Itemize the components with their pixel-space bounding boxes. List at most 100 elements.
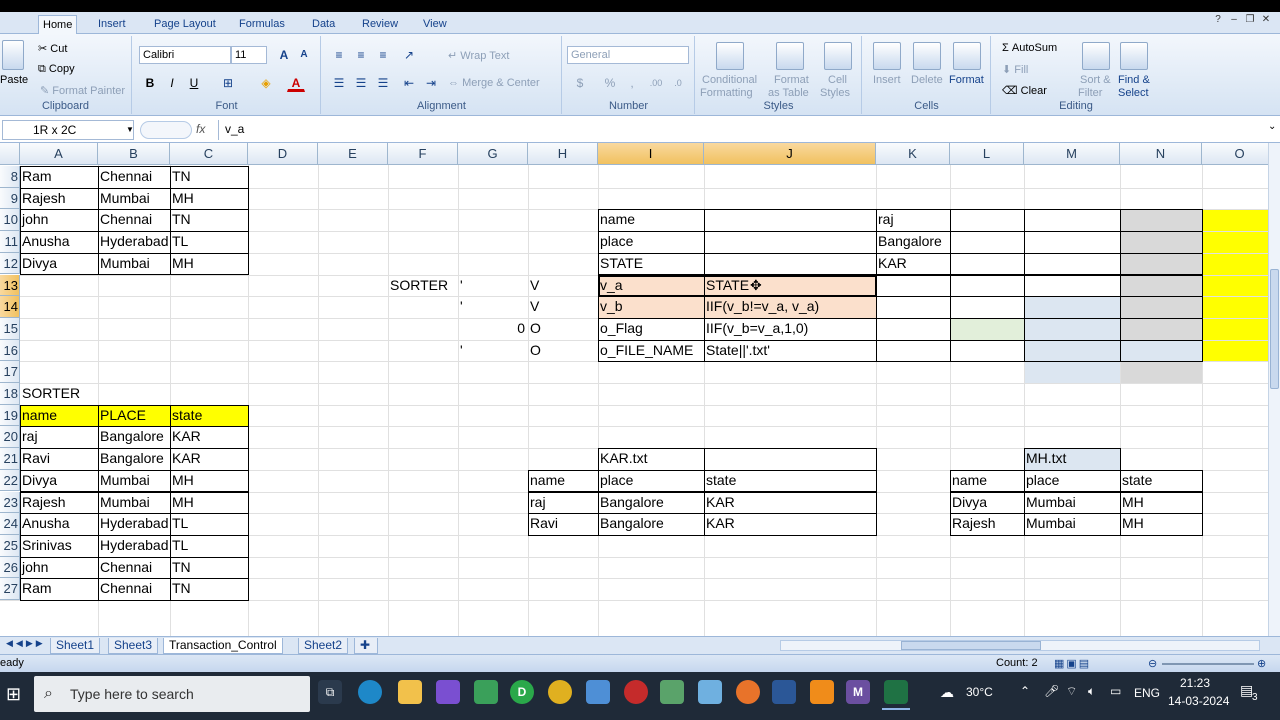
cell-c25[interactable]: TL [170, 535, 248, 557]
cell-n24[interactable]: MH [1120, 513, 1202, 535]
filter-label[interactable]: Filter [1078, 87, 1102, 99]
insert-function-icon[interactable]: fx [196, 122, 205, 136]
insert-sheet-icon[interactable]: ✚ [354, 638, 378, 654]
cell-c12[interactable]: MH [170, 253, 248, 275]
windows-start-icon[interactable]: ⊞ [6, 684, 26, 704]
row-header-11[interactable]: 11 [0, 231, 20, 253]
cell-l24[interactable]: Rajesh [950, 513, 1024, 535]
tab-review[interactable]: Review [358, 15, 402, 35]
app-icon-5[interactable] [698, 680, 722, 704]
cell-a25[interactable]: Srinivas [20, 535, 98, 557]
row-header-19[interactable]: 19 [0, 404, 20, 427]
cell-l22[interactable]: name [950, 470, 1024, 492]
orientation-icon[interactable]: ↗ [400, 46, 418, 64]
paste-button[interactable]: Paste [0, 74, 28, 86]
chrome-icon[interactable] [548, 680, 572, 704]
vertical-scrollbar[interactable] [1268, 143, 1280, 636]
row-header-22[interactable]: 22 [0, 469, 20, 492]
cell-a21[interactable]: Ravi [20, 448, 98, 470]
align-left-icon[interactable]: ☰ [330, 74, 348, 92]
formula-input[interactable]: v_a [218, 120, 1266, 140]
row-header-17[interactable]: 17 [0, 361, 20, 383]
task-view-icon[interactable]: ⧉ [318, 680, 342, 704]
cell-b22[interactable]: Mumbai [98, 470, 170, 492]
cell-n23[interactable]: MH [1120, 492, 1202, 514]
cell-i14[interactable]: v_b [598, 296, 704, 318]
find-label[interactable]: Find & [1118, 74, 1150, 86]
horizontal-scrollbar[interactable] [780, 640, 1260, 651]
align-top-icon[interactable]: ≡ [330, 46, 348, 64]
cell-b21[interactable]: Bangalore [98, 448, 170, 470]
cell-a11[interactable]: Anusha [20, 231, 98, 253]
cell-j15[interactable]: IIF(v_b=v_a,1,0) [704, 318, 876, 340]
cell-b27[interactable]: Chennai [98, 578, 170, 600]
cell-j14[interactable]: IIF(v_b!=v_a, v_a) [704, 296, 876, 318]
cell-c11[interactable]: TL [170, 231, 248, 253]
cell-h22[interactable]: name [528, 470, 598, 492]
app-icon-1[interactable] [436, 680, 460, 704]
weather-icon[interactable]: ☁ [940, 684, 954, 701]
delete-cells-icon[interactable] [913, 42, 941, 70]
cell-m22[interactable]: place [1024, 470, 1120, 492]
binoculars-icon[interactable] [1120, 42, 1148, 70]
row-header-15[interactable]: 15 [0, 317, 20, 340]
format-cells-icon[interactable] [953, 42, 981, 70]
sheet-nav-arrows-icon[interactable]: ◀◀▶▶ [6, 638, 46, 649]
cell-b23[interactable]: Mumbai [98, 492, 170, 514]
cell-a10[interactable]: john [20, 209, 98, 231]
cell-i12[interactable]: STATE [598, 253, 704, 275]
mic-icon[interactable]: 🎤︎ [1044, 684, 1059, 698]
paste-icon[interactable] [2, 40, 24, 70]
cell-c9[interactable]: MH [170, 188, 248, 210]
cell-g13[interactable]: ' [458, 275, 528, 297]
scroll-thumb[interactable] [1270, 269, 1279, 389]
cell-b24[interactable]: Hyderabad [98, 513, 170, 535]
column-header-k[interactable]: K [876, 143, 950, 165]
cell-c27[interactable]: TN [170, 578, 248, 600]
conditional-label[interactable]: Conditional [702, 74, 757, 86]
cell-b11[interactable]: Hyderabad [98, 231, 170, 253]
column-header-d[interactable]: D [248, 143, 318, 165]
cell-a27[interactable]: Ram [20, 578, 98, 600]
name-box[interactable]: 1R x 2C [2, 120, 134, 140]
cell-a9[interactable]: Rajesh [20, 188, 98, 210]
format-label[interactable]: Format [774, 74, 809, 86]
app-icon-m[interactable]: M [846, 680, 870, 704]
expand-formula-icon[interactable]: ⌄ [1268, 121, 1276, 132]
cell-b8[interactable]: Chennai [98, 166, 170, 188]
cell-h15[interactable]: O [528, 318, 598, 340]
clock-time[interactable]: 21:23 [1180, 676, 1210, 690]
insert-button[interactable]: Insert [873, 74, 901, 86]
column-header-n[interactable]: N [1120, 143, 1202, 165]
cell-i13[interactable]: v_a [598, 275, 704, 297]
file-explorer-icon[interactable] [398, 680, 422, 704]
cell-a12[interactable]: Divya [20, 253, 98, 275]
sheet-tab-active[interactable]: Transaction_Control [163, 638, 283, 654]
cell-j24[interactable]: KAR [704, 513, 876, 535]
cell-i16[interactable]: o_FILE_NAME [598, 340, 704, 362]
cell-i23[interactable]: Bangalore [598, 492, 704, 514]
tray-chevron-icon[interactable]: ⌃ [1020, 684, 1030, 698]
cell-b10[interactable]: Chennai [98, 209, 170, 231]
copy-button[interactable]: ⧉ Copy [38, 63, 75, 76]
view-buttons-icon[interactable]: ▦▣▤ [1054, 657, 1091, 670]
language-indicator[interactable]: ENG [1134, 686, 1160, 700]
format-table-icon[interactable] [776, 42, 804, 70]
cell-k11[interactable]: Bangalore [876, 231, 950, 253]
taskbar-search[interactable]: Type here to search [34, 676, 310, 712]
decrease-indent-icon[interactable]: ⇤ [400, 74, 418, 92]
sort-filter-icon[interactable] [1082, 42, 1110, 70]
cell-h23[interactable]: raj [528, 492, 598, 514]
borders-icon[interactable]: ⊞ [219, 74, 237, 92]
wrap-text-button[interactable]: ↵ Wrap Text [448, 49, 509, 62]
shrink-font-icon[interactable]: A [295, 46, 313, 64]
cell-b26[interactable]: Chennai [98, 557, 170, 579]
cell-c24[interactable]: TL [170, 513, 248, 535]
format-button[interactable]: Format [949, 74, 984, 86]
cell-label[interactable]: Cell [828, 74, 847, 86]
excel-icon[interactable] [884, 680, 908, 704]
cell-k10[interactable]: raj [876, 209, 950, 231]
cut-button[interactable]: ✂ Cut [38, 42, 67, 55]
cell-c19[interactable]: state [170, 405, 248, 427]
column-header-a[interactable]: A [20, 143, 98, 165]
